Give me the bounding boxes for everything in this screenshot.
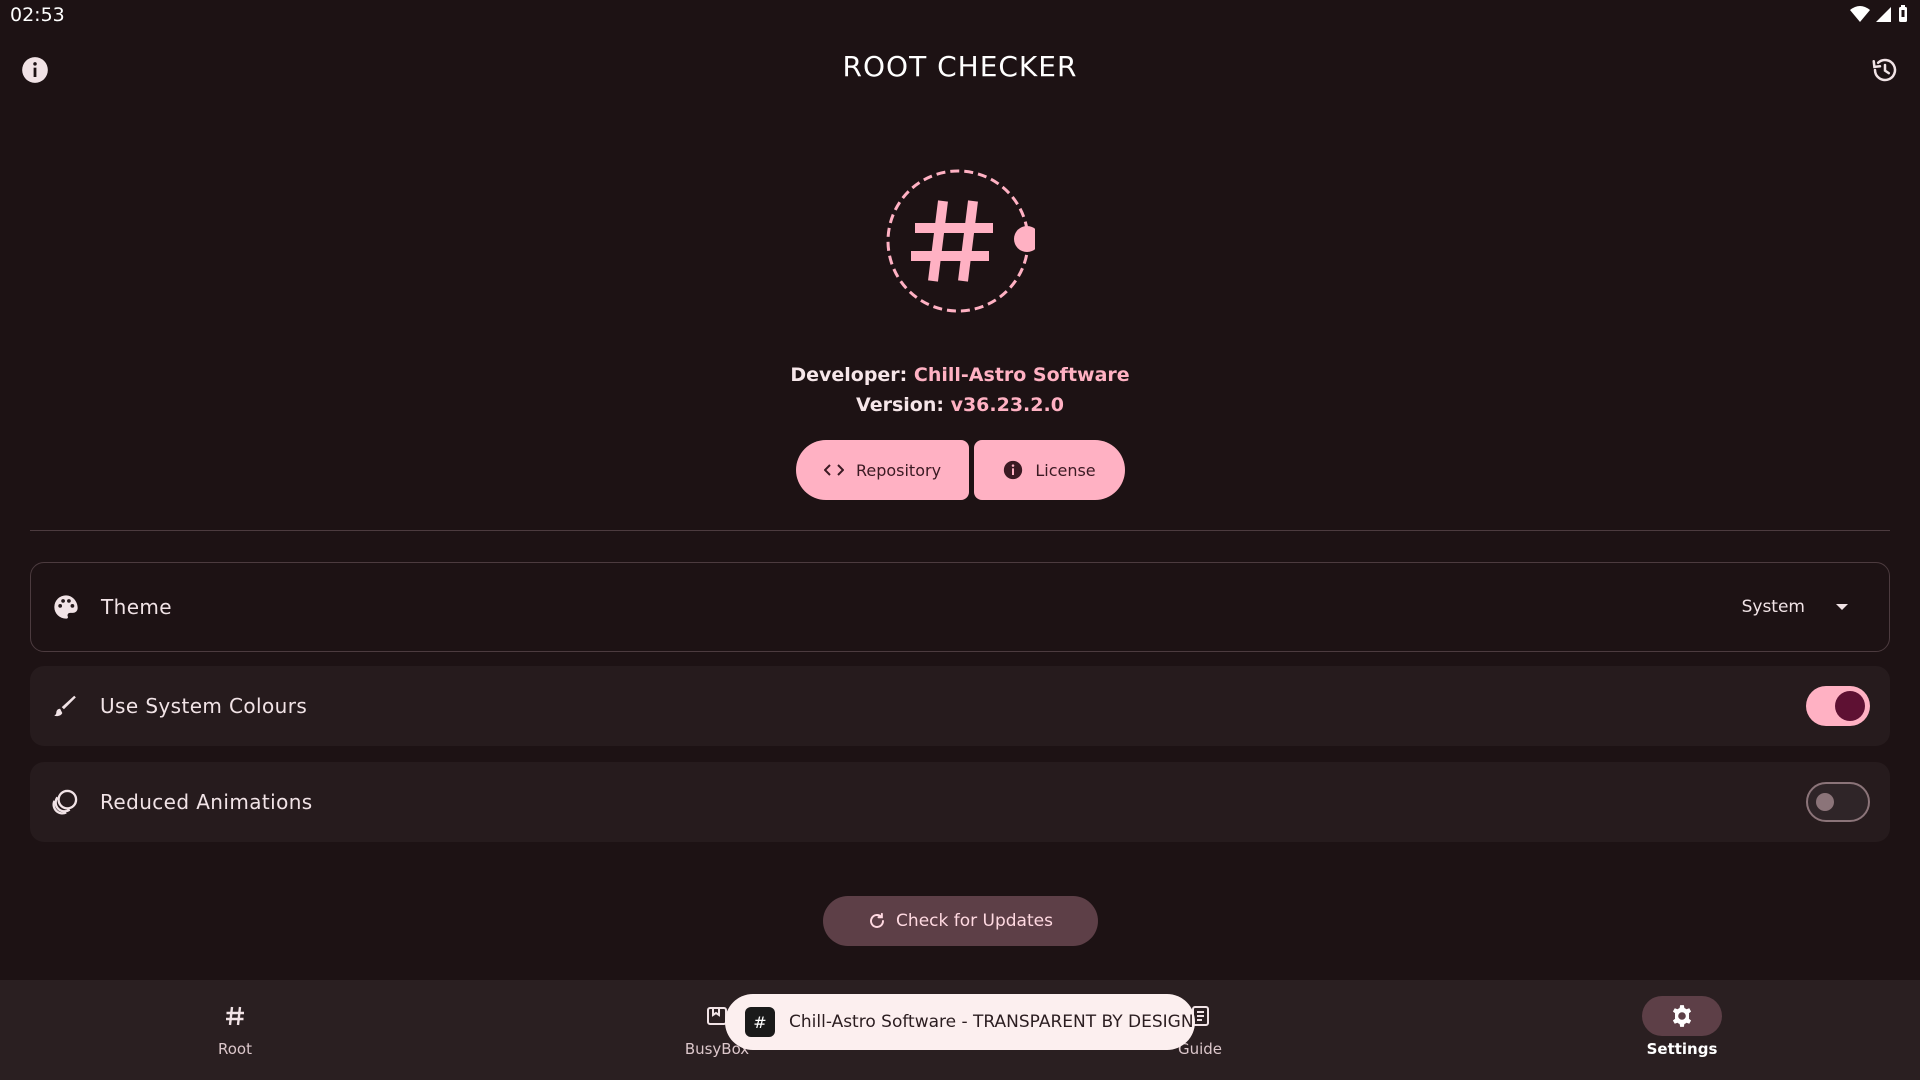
repository-label: Repository (855, 460, 942, 480)
system-colours-switch[interactable] (1806, 686, 1870, 726)
repository-button[interactable]: Repository (796, 440, 969, 500)
battery-icon (1899, 5, 1907, 22)
info-icon (1004, 460, 1023, 480)
wifi-icon (1850, 6, 1870, 22)
system-colours-label: Use System Colours (100, 694, 308, 718)
theme-label: Theme (101, 595, 172, 619)
status-bar: 02:53 (0, 0, 1920, 30)
reduced-animations-switch[interactable] (1806, 782, 1870, 822)
hash-icon (195, 996, 275, 1036)
theme-value: System (1741, 597, 1805, 617)
nav-item-root[interactable]: Root (155, 996, 315, 1058)
divider (30, 530, 1890, 531)
switch-knob (1835, 691, 1865, 721)
signal-icon (1876, 7, 1891, 22)
code-icon (823, 464, 844, 476)
nav-item-settings[interactable]: Settings (1602, 996, 1762, 1058)
brush-icon (50, 691, 80, 721)
status-time: 02:53 (10, 4, 65, 26)
developer-line: Developer: Chill-Astro Software (0, 364, 1920, 386)
version-line: Version: v36.23.2.0 (0, 394, 1920, 416)
nav-label-root: Root (218, 1040, 252, 1058)
theme-dropdown[interactable]: System (1742, 597, 1849, 617)
status-icons (1850, 5, 1908, 23)
theme-setting: Theme System (30, 562, 1890, 652)
page-title: ROOT CHECKER (842, 50, 1078, 83)
about-buttons: Repository License (796, 440, 1125, 500)
app-small-icon: # (745, 1007, 775, 1037)
gear-icon (1642, 996, 1722, 1036)
history-icon (1872, 58, 1897, 82)
nav-label-settings: Settings (1646, 1040, 1718, 1058)
dropdown-arrow-icon (1836, 604, 1848, 610)
toast-message: # Chill-Astro Software - TRANSPARENT BY … (725, 994, 1195, 1050)
switch-knob (1816, 793, 1834, 811)
refresh-icon (870, 912, 885, 928)
license-button[interactable]: License (974, 440, 1125, 500)
animation-icon (50, 787, 80, 817)
check-updates-label: Check for Updates (896, 911, 1053, 931)
developer-value: Chill-Astro Software (913, 364, 1130, 386)
version-value: v36.23.2.0 (950, 394, 1064, 416)
app-logo (886, 169, 1035, 313)
toast-text: Chill-Astro Software - TRANSPARENT BY DE… (789, 1012, 1194, 1032)
version-label: Version: (856, 394, 944, 416)
license-label: License (1035, 460, 1096, 480)
reduced-animations-label: Reduced Animations (100, 790, 313, 814)
developer-label: Developer: (790, 364, 908, 386)
history-button[interactable] (1865, 50, 1905, 90)
system-colours-setting: Use System Colours (30, 666, 1890, 746)
reduced-animations-setting: Reduced Animations (30, 762, 1890, 842)
check-updates-button[interactable]: Check for Updates (823, 896, 1098, 946)
palette-icon (51, 592, 81, 622)
